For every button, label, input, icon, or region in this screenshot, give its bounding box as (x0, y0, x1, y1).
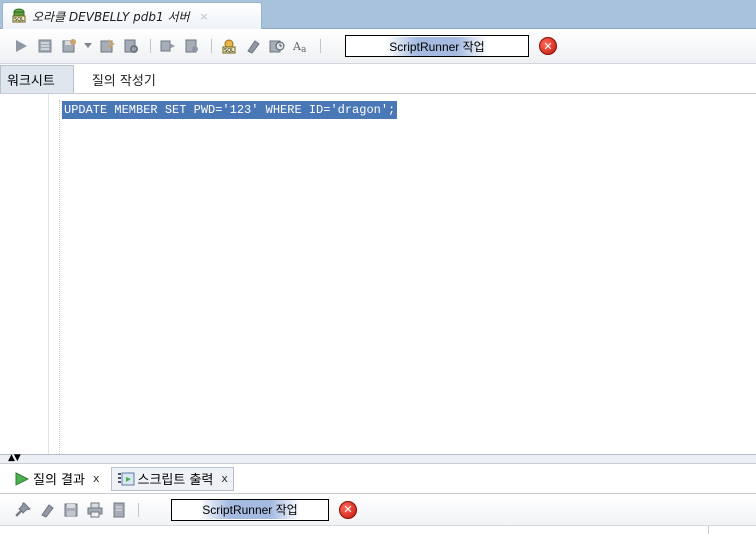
unshared-sql-icon[interactable] (181, 35, 203, 57)
toolbar-separator (211, 39, 212, 53)
document-tab-bar: SQL 오라클 DEVBELLY pdb1 서버 × (0, 0, 756, 29)
tab-query-result-label: 질의 결과 (33, 473, 85, 488)
toolbar-separator (320, 39, 321, 53)
tab-script-output[interactable]: 스크립트 출력 x (110, 466, 234, 491)
tab-script-output-close-icon[interactable]: x (221, 472, 228, 485)
status-strip (0, 526, 756, 534)
rollback-icon[interactable] (96, 35, 118, 57)
status-divider (708, 526, 709, 534)
pin-icon[interactable] (12, 499, 34, 521)
toolbar-separator (150, 39, 151, 53)
sql-editor[interactable]: UPDATE MEMBER SET PWD='123' WHERE ID='dr… (0, 94, 756, 454)
gutter-divider (48, 94, 49, 454)
eraser-icon[interactable] (36, 499, 58, 521)
run-statement-icon[interactable] (10, 35, 32, 57)
output-script-runner-task-field: ScriptRunner 작업 (171, 498, 329, 521)
query-result-icon (15, 471, 29, 486)
svg-text:SQL: SQL (14, 17, 24, 23)
tab-worksheet-label: 워크시트 (7, 74, 55, 89)
editor-tab-bar: 워크시트 질의 작성기 (0, 64, 756, 94)
document-tab-close-icon[interactable]: × (200, 10, 209, 23)
panel-splitter[interactable]: ▲▼ (0, 454, 756, 464)
run-script-icon[interactable] (34, 35, 56, 57)
tab-worksheet[interactable]: 워크시트 (0, 65, 74, 93)
file-icon[interactable] (108, 499, 130, 521)
script-output-icon (117, 471, 135, 487)
sql-tuning-icon[interactable]: SQL (218, 35, 240, 57)
cancel-task-icon[interactable]: ✕ (539, 37, 557, 55)
selected-code-line[interactable]: UPDATE MEMBER SET PWD='123' WHERE ID='dr… (62, 101, 398, 119)
save-icon[interactable] (60, 499, 82, 521)
sql-connection-icon: SQL (11, 7, 27, 26)
clear-icon[interactable] (242, 35, 264, 57)
svg-text:SQL: SQL (224, 48, 234, 54)
svg-text:a: a (301, 45, 307, 54)
history-icon[interactable] (266, 35, 288, 57)
print-icon[interactable] (84, 499, 106, 521)
worksheet-toolbar: SQL Aa ScriptRunner 작업 ✕ (0, 29, 756, 64)
toolbar-separator (138, 502, 139, 517)
fold-guide (59, 100, 60, 454)
tab-query-builder[interactable]: 질의 작성기 (74, 65, 166, 93)
output-toolbar: ScriptRunner 작업 ✕ (0, 494, 756, 526)
tab-query-result[interactable]: 질의 결과 x (10, 467, 105, 491)
document-tab-title: 오라클 DEVBELLY pdb1 서버 (32, 9, 190, 24)
task-label: ScriptRunner 작업 (386, 36, 488, 56)
explain-plan-icon[interactable] (120, 35, 142, 57)
splitter-arrows-icon[interactable]: ▲▼ (8, 454, 21, 463)
script-runner-task-field: ScriptRunner 작업 (345, 35, 529, 57)
output-tab-bar: 질의 결과 x 스크립트 출력 x (0, 464, 756, 494)
dropdown-arrow-icon[interactable] (82, 35, 94, 57)
format-icon[interactable]: Aa (290, 35, 312, 57)
tab-query-result-close-icon[interactable]: x (93, 472, 100, 485)
autotrace-icon[interactable] (157, 35, 179, 57)
tab-script-output-label: 스크립트 출력 (137, 473, 214, 488)
document-tab[interactable]: SQL 오라클 DEVBELLY pdb1 서버 × (2, 2, 262, 29)
line-gutter (0, 94, 54, 454)
commit-icon[interactable] (58, 35, 80, 57)
output-cancel-task-icon[interactable]: ✕ (339, 500, 357, 519)
tab-query-builder-label: 질의 작성기 (91, 73, 156, 89)
output-task-label: ScriptRunner 작업 (199, 500, 301, 519)
